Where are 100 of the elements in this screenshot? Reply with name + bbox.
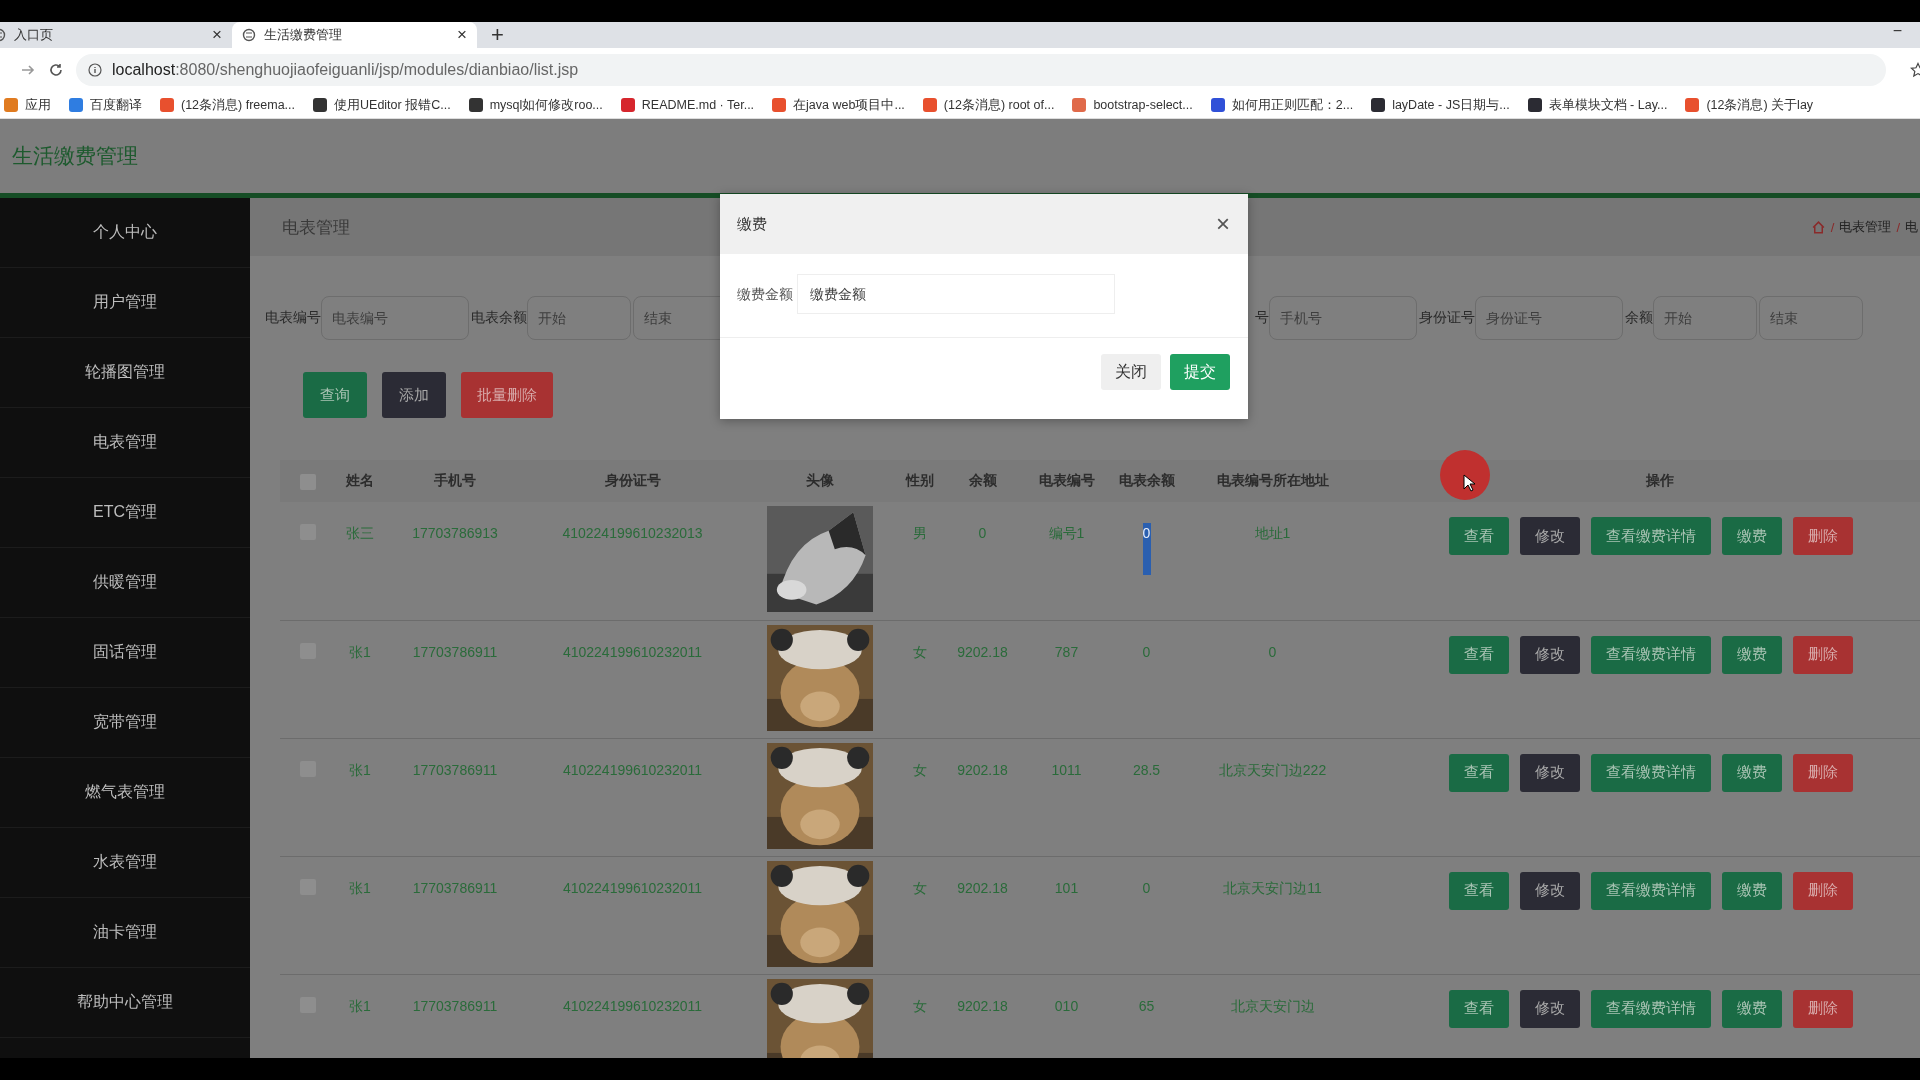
table-cell-text: 北京天安门边	[1230, 996, 1315, 1016]
bookmark[interactable]: mysql如何修改roo...	[468, 96, 603, 114]
app-title: 生活缴费管理	[12, 143, 138, 169]
table-cell-text: 410224199610232011	[562, 642, 703, 662]
column-header: 电表余额	[1118, 472, 1175, 488]
row-action-button[interactable]: 查看缴费详情	[1591, 635, 1711, 674]
field-label: 缴费金额	[737, 285, 793, 304]
table-cell-text: 010	[1054, 996, 1079, 1016]
column-header: 电表编号所在地址	[1216, 472, 1329, 488]
cursor-icon	[1463, 474, 1475, 492]
row-action-button[interactable]: 缴费	[1722, 753, 1782, 792]
row-action-button[interactable]: 缴费	[1722, 871, 1782, 910]
field-label: 身份证号	[1419, 309, 1475, 327]
bookmark[interactable]: (12条消息) 关于lay	[1685, 96, 1814, 114]
table-cell-text: 张1	[349, 996, 371, 1016]
bookmark[interactable]: bootstrap-select...	[1072, 98, 1193, 112]
table-cell-text: 410224199610232013	[562, 524, 703, 543]
reload-button[interactable]	[48, 62, 64, 78]
row-action-button[interactable]: 缴费	[1722, 517, 1782, 555]
row-action-button[interactable]: 缴费	[1722, 989, 1782, 1028]
field-label: 余额	[1625, 309, 1653, 327]
row-action-button[interactable]: 修改	[1520, 517, 1580, 555]
tab-title: 生活缴费管理	[264, 26, 343, 44]
row-action-button[interactable]: 修改	[1520, 753, 1580, 792]
close-tab-button[interactable]: ×	[457, 25, 467, 45]
search-field[interactable]: 开始	[1653, 296, 1757, 340]
table-cell-text: 28.5	[1132, 760, 1161, 780]
toolbar-button[interactable]: 添加	[382, 372, 446, 418]
browser-tab[interactable]: 生活缴费管理 ×	[232, 22, 477, 48]
search-field[interactable]: 开始	[527, 296, 631, 340]
table-cell-text: 9202.18	[957, 760, 1008, 780]
field-label: 电表余额	[471, 309, 527, 327]
row-action-button[interactable]: 查看	[1449, 517, 1509, 555]
column-header: 操作	[1646, 472, 1674, 488]
row-action-button[interactable]: 查看缴费详情	[1591, 989, 1711, 1028]
table-cell-text: 张三	[346, 524, 374, 543]
bookmark[interactable]: 在java web项目中...	[772, 96, 905, 114]
breadcrumb-separator: /	[1830, 219, 1835, 235]
search-field[interactable]: 结束	[1759, 296, 1863, 340]
bookmark[interactable]: 应用	[4, 96, 51, 114]
bookmark[interactable]: 百度翻译	[69, 96, 142, 114]
table-cell-text: 17703786913	[412, 524, 498, 543]
table-cell-text: 410224199610232011	[562, 996, 703, 1016]
row-action-button[interactable]: 查看缴费详情	[1591, 753, 1711, 792]
table-cell-text: 410224199610232011	[562, 760, 703, 780]
table-cell-text: 101	[1054, 878, 1079, 898]
field-label: 电表编号	[265, 309, 321, 327]
column-header: 身份证号	[604, 472, 661, 488]
bookmark[interactable]: (12条消息) freema...	[160, 96, 296, 114]
breadcrumb-link[interactable]: 电	[1905, 218, 1918, 236]
table-cell-text: 0	[1268, 642, 1277, 662]
bookmark[interactable]: 表单模块文档 - Lay...	[1527, 96, 1668, 114]
table-cell-text: 410224199610232011	[562, 878, 703, 898]
table-cell-text: 0	[1142, 878, 1151, 898]
row-action-button[interactable]: 查看	[1449, 753, 1509, 792]
url-text: localhost:8080/shenghuojiaofeiguanli/jsp/modules/dianbiao/list.jsp	[112, 61, 579, 79]
row-action-button[interactable]: 查看	[1449, 989, 1509, 1028]
row-action-button[interactable]: 修改	[1520, 635, 1580, 674]
table-cell-text: 女	[913, 642, 927, 662]
table-cell-text: 1011	[1051, 760, 1082, 780]
bookmark[interactable]: 如何用正则匹配：2...	[1210, 96, 1354, 114]
column-header: 性别	[906, 472, 934, 488]
amount-field[interactable]: 缴费金额	[797, 274, 1115, 314]
close-tab-button[interactable]: ×	[212, 25, 222, 45]
table-cell-text: 65	[1138, 996, 1155, 1016]
breadcrumb-separator: /	[1896, 219, 1900, 235]
table-cell-text: 17703786911	[412, 996, 498, 1016]
search-field[interactable]: 电表编号	[321, 296, 469, 340]
table-cell-text: 女	[913, 878, 927, 898]
bookmark[interactable]: (12条消息) root of...	[922, 96, 1055, 114]
bookmark[interactable]: 使用UEditor 报错C...	[313, 96, 451, 114]
table-cell-text: 女	[913, 760, 927, 780]
row-action-button[interactable]: 修改	[1520, 871, 1580, 910]
table-cell-text: 男	[913, 524, 927, 543]
table-cell-text: 张1	[349, 878, 371, 898]
bookmark[interactable]: layDate - JS日期与...	[1371, 96, 1510, 114]
row-action-button[interactable]: 缴费	[1722, 635, 1782, 674]
table-cell-text: 17703786911	[412, 642, 498, 662]
bookmark[interactable]: README.md · Ter...	[620, 98, 755, 112]
table-cell-text: 9202.18	[957, 996, 1008, 1016]
row-action-button[interactable]: 查看缴费详情	[1591, 517, 1711, 555]
row-action-button[interactable]: 查看	[1449, 635, 1509, 674]
table-cell-text: 9202.18	[957, 642, 1008, 662]
tab-title: 入口页	[14, 26, 54, 44]
row-action-button[interactable]: 查看缴费详情	[1591, 871, 1711, 910]
new-tab-button[interactable]: +	[491, 24, 504, 46]
address-bar[interactable]: localhost:8080/shenghuojiaofeiguanli/jsp/modules/dianbiao/list.jsp	[76, 54, 1886, 86]
table-cell-text: 17703786911	[412, 878, 498, 898]
table-cell-text: 0	[1142, 642, 1151, 662]
breadcrumb-link[interactable]: 电表管理	[1839, 218, 1892, 236]
search-field[interactable]: 手机号	[1269, 296, 1417, 340]
row-action-button[interactable]: 查看	[1449, 871, 1509, 910]
toolbar-button[interactable]: 查询	[303, 372, 367, 418]
close-button[interactable]: ×	[1216, 210, 1230, 238]
home-icon[interactable]	[1810, 219, 1826, 235]
dialog-button[interactable]: 关闭	[1101, 354, 1161, 390]
search-field[interactable]: 身份证号	[1475, 296, 1623, 340]
row-action-button[interactable]: 修改	[1520, 989, 1580, 1028]
column-header: 电表编号	[1038, 472, 1095, 488]
minimize-button[interactable]: −	[1892, 22, 1902, 40]
